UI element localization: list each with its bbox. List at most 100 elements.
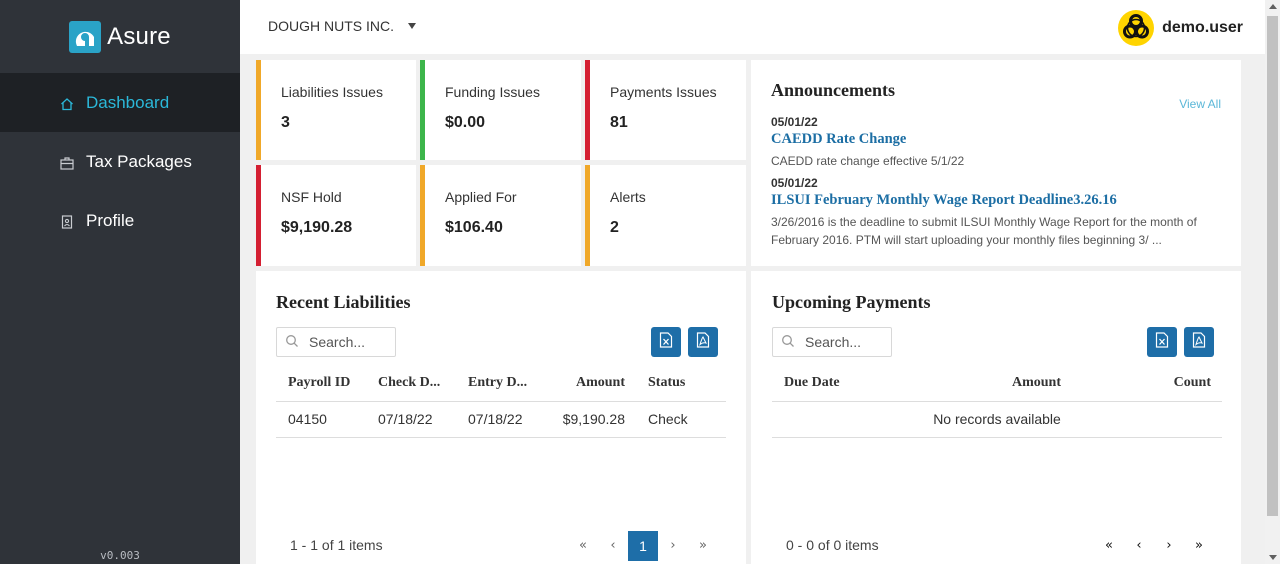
asure-logo-icon (69, 20, 102, 53)
announcement-title-link[interactable]: CAEDD Rate Change (771, 131, 1221, 148)
pdf-file-icon (696, 332, 710, 352)
sidebar: Asure Dashboard Tax Packages Profile v0.… (0, 0, 240, 564)
announcement-item: 05/01/22 ILSUI February Monthly Wage Rep… (771, 176, 1221, 249)
announcements-panel: Announcements View All 05/01/22 CAEDD Ra… (751, 60, 1241, 266)
tile-applied-for[interactable]: Applied For $106.40 (420, 165, 581, 266)
sidebar-item-dashboard[interactable]: Dashboard (0, 73, 240, 132)
brand-name: Asure (107, 22, 171, 50)
first-page-icon[interactable]: « (1099, 530, 1119, 560)
column-header-count[interactable]: Count (1151, 375, 1211, 391)
tile-liabilities-issues[interactable]: Liabilities Issues 3 (256, 60, 416, 160)
tile-value: 2 (610, 219, 619, 236)
liabilities-search-input[interactable]: Search... (276, 327, 396, 357)
row-divider (772, 437, 1222, 438)
announcement-body: 3/26/2016 is the deadline to submit ILSU… (771, 215, 1197, 247)
tile-label: NSF Hold (281, 189, 342, 205)
tile-funding-issues[interactable]: Funding Issues $0.00 (420, 60, 581, 160)
column-header-amount[interactable]: Amount (981, 375, 1061, 391)
export-excel-button[interactable] (651, 327, 681, 357)
row-divider (276, 437, 726, 438)
tile-value: $106.40 (445, 219, 503, 236)
column-header-entry-date[interactable]: Entry D... (468, 375, 527, 391)
export-pdf-button[interactable] (688, 327, 718, 357)
top-bar: DOUGH NUTS INC. demo.user (240, 0, 1265, 54)
cell-status: Check (648, 411, 688, 427)
sidebar-item-label: Tax Packages (86, 151, 192, 171)
tile-label: Liabilities Issues (281, 84, 383, 100)
cell-payroll-id: 04150 (288, 411, 327, 427)
sidebar-item-label: Dashboard (86, 92, 170, 112)
tile-alerts[interactable]: Alerts 2 (585, 165, 746, 266)
payments-search-input[interactable]: Search... (772, 327, 892, 357)
tile-payments-issues[interactable]: Payments Issues 81 (585, 60, 746, 160)
cell-entry-date: 07/18/22 (468, 411, 523, 427)
empty-message: No records available (933, 411, 1061, 427)
search-placeholder: Search... (805, 334, 862, 350)
tile-label: Funding Issues (445, 84, 540, 100)
header-divider (276, 401, 726, 402)
cell-amount: $9,190.28 (562, 411, 625, 427)
upcoming-payments-panel: Upcoming Payments Search... Due Date Amo… (751, 271, 1241, 564)
chevron-down-icon (408, 23, 416, 29)
excel-file-icon (1155, 332, 1169, 352)
column-header-status[interactable]: Status (648, 375, 685, 391)
export-excel-button[interactable] (1147, 327, 1177, 357)
export-pdf-button[interactable] (1184, 327, 1214, 357)
recent-liabilities-title: Recent Liabilities (276, 292, 411, 312)
search-icon (781, 334, 795, 351)
sidebar-item-label: Profile (86, 210, 135, 230)
sidebar-item-tax-packages[interactable]: Tax Packages (0, 132, 240, 191)
sidebar-item-profile[interactable]: Profile (0, 191, 240, 250)
tile-label: Alerts (610, 189, 646, 205)
scrollbar-thumb[interactable] (1267, 16, 1278, 516)
company-name: DOUGH NUTS INC. (268, 18, 394, 34)
user-menu[interactable]: demo.user (1118, 10, 1243, 46)
last-page-icon[interactable]: » (1189, 530, 1209, 560)
tile-nsf-hold[interactable]: NSF Hold $9,190.28 (256, 165, 416, 266)
search-placeholder: Search... (309, 334, 366, 350)
announcements-title: Announcements (771, 80, 896, 100)
announcement-item: 05/01/22 CAEDD Rate Change CAEDD rate ch… (771, 115, 1221, 170)
scroll-down-icon[interactable] (1269, 555, 1277, 560)
tile-value: 3 (281, 114, 290, 131)
home-icon (60, 96, 74, 110)
announcement-body: CAEDD rate change effective 5/1/22 (771, 154, 965, 168)
pager-info: 0 - 0 of 0 items (786, 537, 879, 553)
header-divider (772, 401, 1222, 402)
prev-page-icon[interactable]: ‹ (1129, 530, 1149, 560)
last-page-icon[interactable]: » (693, 530, 713, 560)
view-all-link[interactable]: View All (1179, 97, 1221, 111)
upcoming-payments-title: Upcoming Payments (772, 292, 931, 312)
page-scrollbar[interactable] (1265, 0, 1280, 564)
scroll-up-icon[interactable] (1269, 4, 1277, 9)
page-button-current[interactable]: 1 (628, 531, 658, 561)
column-header-check-date[interactable]: Check D... (378, 375, 440, 391)
announcement-date: 05/01/22 (771, 115, 818, 129)
column-header-amount[interactable]: Amount (556, 375, 625, 391)
column-header-due-date[interactable]: Due Date (784, 375, 840, 391)
id-badge-icon (60, 214, 74, 229)
next-page-icon[interactable]: › (663, 530, 683, 560)
pdf-file-icon (1192, 332, 1206, 352)
tile-value: $9,190.28 (281, 219, 353, 236)
app-version: v0.003 (100, 549, 140, 562)
first-page-icon[interactable]: « (573, 530, 593, 560)
next-page-icon[interactable]: › (1159, 530, 1179, 560)
prev-page-icon[interactable]: ‹ (603, 530, 623, 560)
announcement-title-link[interactable]: ILSUI February Monthly Wage Report Deadl… (771, 192, 1221, 209)
tile-label: Applied For (445, 189, 517, 205)
tile-value: 81 (610, 114, 628, 131)
search-icon (285, 334, 299, 351)
username: demo.user (1162, 19, 1243, 36)
biohazard-avatar-icon (1118, 10, 1155, 46)
recent-liabilities-panel: Recent Liabilities Search... Payroll ID … (256, 271, 746, 564)
briefcase-icon (60, 155, 74, 170)
brand-logo[interactable]: Asure (0, 0, 240, 73)
company-selector[interactable]: DOUGH NUTS INC. (268, 18, 416, 34)
excel-file-icon (659, 332, 673, 352)
announcement-date: 05/01/22 (771, 176, 818, 190)
cell-check-date: 07/18/22 (378, 411, 433, 427)
tile-value: $0.00 (445, 114, 486, 131)
tile-label: Payments Issues (610, 84, 717, 100)
column-header-payroll-id[interactable]: Payroll ID (288, 375, 350, 391)
